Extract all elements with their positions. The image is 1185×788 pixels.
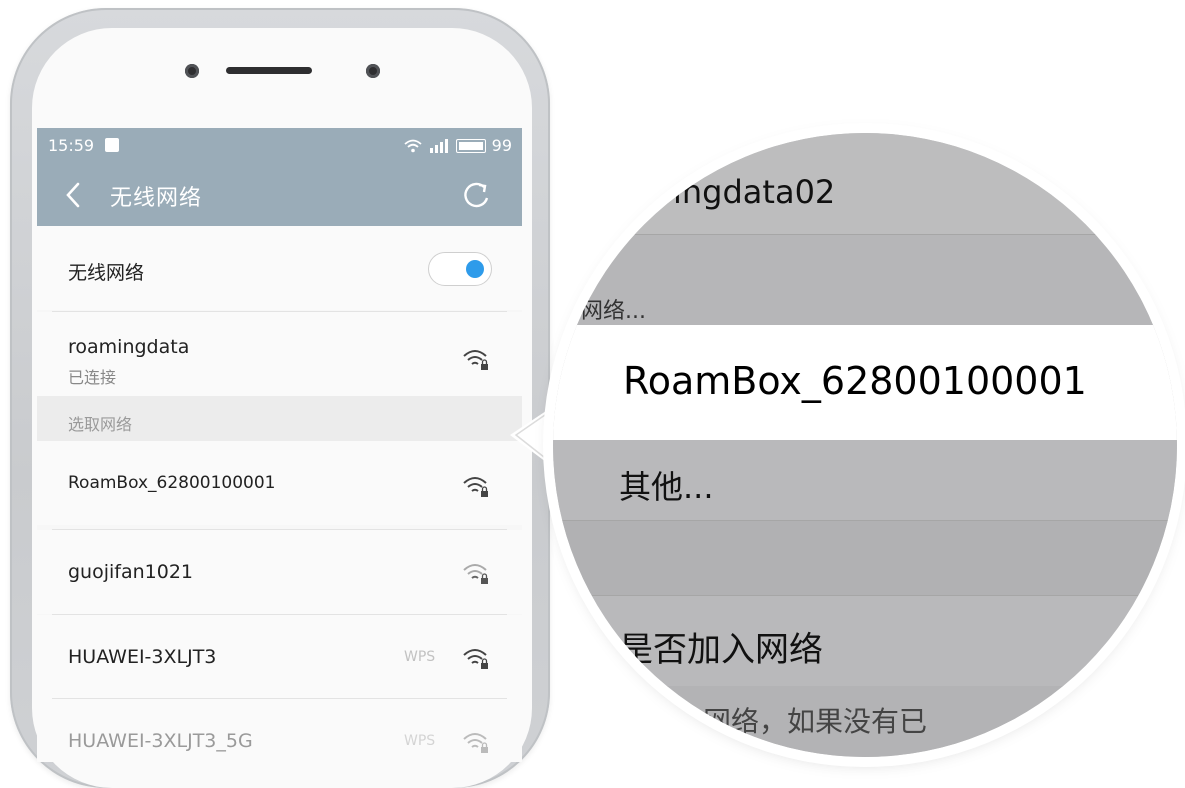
network-row[interactable]: HUAWEI-3XLJT3_5G WPS bbox=[37, 699, 522, 762]
title-bar: 无线网络 bbox=[37, 164, 522, 226]
wifi-toggle-label: 无线网络 bbox=[68, 262, 145, 284]
status-icons: 99 bbox=[404, 136, 512, 155]
zoom-row-top: ingdata02 bbox=[553, 133, 1177, 234]
signal-icon bbox=[429, 138, 448, 153]
wifi-locked-icon bbox=[463, 350, 488, 370]
wifi-locked-icon bbox=[463, 564, 488, 584]
battery-icon bbox=[455, 138, 486, 153]
network-name: HUAWEI-3XLJT3_5G bbox=[68, 730, 253, 752]
network-row[interactable]: HUAWEI-3XLJT3 WPS bbox=[37, 615, 522, 699]
network-row[interactable]: RoamBox_62800100001 bbox=[37, 441, 522, 525]
zoom-join-row: 是否加入网络 bbox=[553, 596, 1177, 686]
battery-level: 99 bbox=[491, 136, 512, 155]
connected-status: 已连接 bbox=[68, 368, 117, 387]
zoom-highlight-row: RoamBox_62800100001 bbox=[553, 325, 1177, 440]
network-name: RoamBox_62800100001 bbox=[68, 473, 276, 493]
connected-network-name: roamingdata bbox=[68, 336, 190, 358]
phone-screen: 15:59 99 无线网络 无线网络 roamingdata 已连接 选取网络 … bbox=[37, 128, 522, 762]
status-time: 15:59 bbox=[48, 136, 95, 155]
section-header: 选取网络 bbox=[37, 396, 522, 441]
status-bar: 15:59 99 bbox=[37, 128, 522, 164]
earpiece-speaker bbox=[226, 67, 312, 74]
wps-badge: WPS bbox=[404, 733, 436, 749]
zoom-join-text: 是否加入网络 bbox=[619, 630, 823, 670]
refresh-icon[interactable] bbox=[460, 179, 492, 211]
front-camera bbox=[185, 64, 199, 78]
zoom-magnifier: ingdata02 网络... RoamBox_62800100001 其他..… bbox=[553, 133, 1177, 757]
zoom-bottom-row: 网络，如果没有已 bbox=[553, 686, 1177, 757]
zoom-row-other-partial: 网络... bbox=[553, 235, 1177, 325]
page-title: 无线网络 bbox=[110, 186, 203, 211]
wifi-locked-icon bbox=[463, 477, 488, 497]
zoom-blank-row bbox=[553, 521, 1177, 595]
wifi-toggle-switch[interactable] bbox=[428, 252, 492, 286]
wps-badge: WPS bbox=[404, 649, 436, 665]
wifi-status-icon bbox=[404, 139, 422, 152]
zoom-row-top-text: ingdata02 bbox=[673, 173, 836, 211]
notification-icon bbox=[105, 138, 119, 152]
connected-network-row[interactable]: roamingdata 已连接 bbox=[37, 312, 522, 396]
section-header-text: 选取网络 bbox=[68, 415, 133, 434]
zoom-row-other-partial-text: 网络... bbox=[581, 299, 646, 324]
sensor bbox=[366, 64, 380, 78]
network-row[interactable]: guojifan1021 bbox=[37, 530, 522, 614]
zoom-other-text: 其他... bbox=[619, 468, 714, 506]
wifi-locked-icon bbox=[463, 649, 488, 669]
toggle-knob bbox=[466, 260, 484, 278]
network-name: HUAWEI-3XLJT3 bbox=[68, 646, 217, 668]
back-arrow-icon[interactable] bbox=[59, 180, 89, 210]
zoom-other-row: 其他... bbox=[553, 440, 1177, 520]
network-name: guojifan1021 bbox=[68, 561, 194, 583]
zoom-highlight-text: RoamBox_62800100001 bbox=[623, 359, 1087, 403]
zoom-bottom-text: 网络，如果没有已 bbox=[703, 705, 928, 738]
wifi-locked-icon bbox=[463, 733, 488, 753]
